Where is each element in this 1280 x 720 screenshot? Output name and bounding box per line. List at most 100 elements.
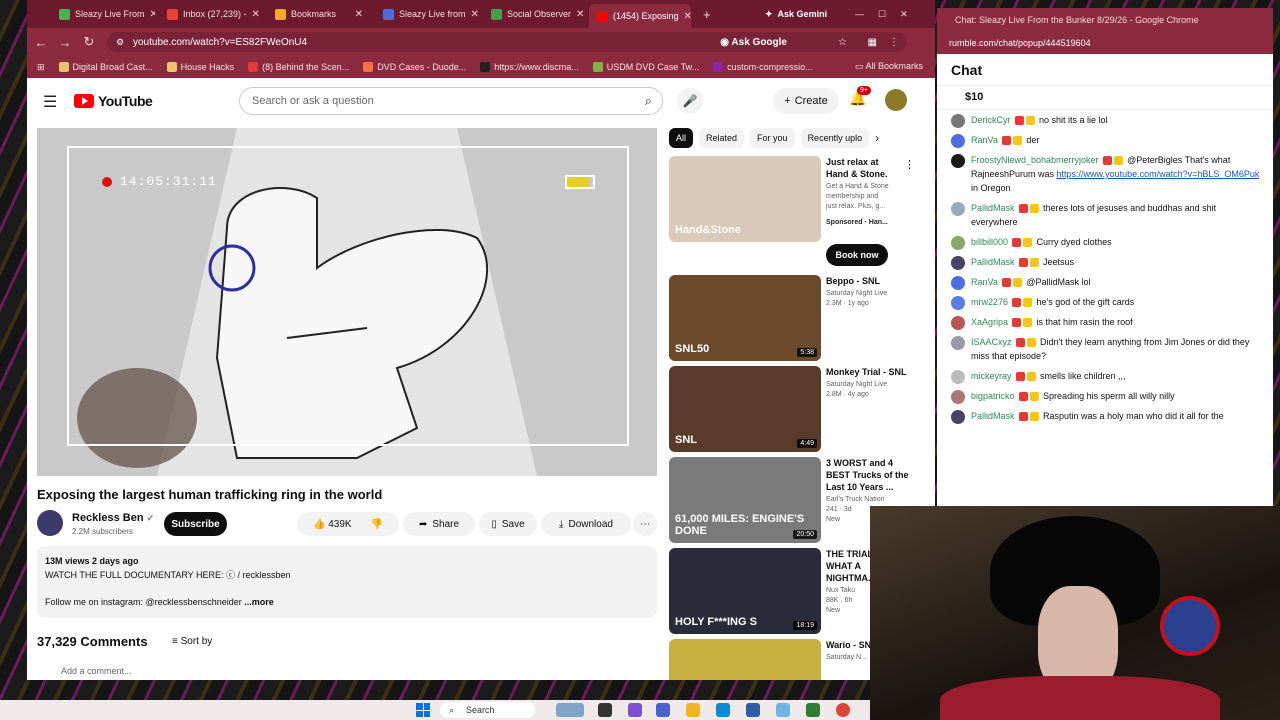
chrome-icon[interactable] xyxy=(836,703,850,717)
bookmark-item[interactable]: House Hacks xyxy=(166,62,234,72)
ask-gemini-button[interactable]: ✦ Ask Gemini xyxy=(757,4,847,24)
close-icon[interactable]: ✕ xyxy=(150,9,155,20)
new-tab-button[interactable]: + xyxy=(695,4,725,24)
app-icon[interactable] xyxy=(628,703,642,717)
all-bookmarks-button[interactable]: ▭ All Bookmarks xyxy=(855,61,923,72)
chat-username[interactable]: XaAgripa xyxy=(971,317,1008,327)
download-button[interactable]: ⤓ Download xyxy=(541,512,631,536)
related-video-title[interactable]: 3 WORST and 4 BEST Trucks of the Last 10… xyxy=(826,457,916,493)
chat-link[interactable]: https://www.youtube.com/watch?v=hBLS_OM6… xyxy=(1057,169,1260,179)
video-thumbnail[interactable] xyxy=(669,639,821,680)
ask-google-button[interactable]: ◉ Ask Google xyxy=(720,37,787,48)
bookmark-item[interactable]: (8) Behind the Scen... xyxy=(248,62,349,72)
chat-username[interactable]: bigpatricko xyxy=(971,391,1015,401)
book-now-button[interactable]: Book now xyxy=(826,244,888,266)
chat-username[interactable]: RanVa xyxy=(971,135,998,145)
chip-for-you[interactable]: For you xyxy=(750,128,795,148)
chat-user-avatar[interactable] xyxy=(951,336,965,350)
tab-3[interactable]: Sleazy Live from ✕ xyxy=(375,4,479,24)
close-icon[interactable]: ✕ xyxy=(355,9,363,20)
windows-start-icon[interactable] xyxy=(416,703,430,717)
chat-username[interactable]: billbill000 xyxy=(971,237,1008,247)
tab-5-active[interactable]: (1454) Exposing ✕ xyxy=(589,4,691,28)
search-input[interactable]: Search or ask a question ⌕ xyxy=(239,87,663,115)
video-thumbnail[interactable]: HOLY F***ING S 18:19 xyxy=(669,548,821,634)
chat-username[interactable]: PallidMask xyxy=(971,411,1015,421)
chat-user-avatar[interactable] xyxy=(951,390,965,404)
taskbar-search[interactable]: ⌕ Search xyxy=(440,702,535,718)
chat-user-avatar[interactable] xyxy=(951,134,965,148)
menu-icon[interactable]: ⋮ xyxy=(889,37,899,48)
youtube-logo[interactable]: YouTube xyxy=(74,93,153,109)
store-icon[interactable] xyxy=(746,703,760,717)
video-description[interactable]: 13M views 2 days ago WATCH THE FULL DOCU… xyxy=(37,546,657,618)
bookmark-item[interactable]: USDM DVD Case Tw... xyxy=(592,62,699,72)
apps-icon[interactable]: ⊞ xyxy=(37,62,45,73)
chat-username[interactable]: mickeyray xyxy=(971,371,1012,381)
related-video-item[interactable]: Hand&Stone Just relax at Hand & Stone. Get… xyxy=(669,156,929,266)
chat-username[interactable]: PallidMask xyxy=(971,203,1015,213)
widgets-icon[interactable] xyxy=(556,703,584,717)
save-button[interactable]: ▯ Save xyxy=(479,512,537,536)
microphone-icon[interactable]: 🎤 xyxy=(677,88,703,114)
reload-icon[interactable]: ↻ xyxy=(77,34,101,50)
app-icon[interactable] xyxy=(656,703,670,717)
add-comment-input[interactable]: Add a comment... xyxy=(37,666,132,676)
related-video-item[interactable]: SNL50 5:38 Beppo - SNL Saturday Night Live … xyxy=(669,275,929,361)
chat-username[interactable]: FroostyNlewd_bohabmerryjoker xyxy=(971,155,1099,165)
chat-username[interactable]: mrw2276 xyxy=(971,297,1008,307)
tab-4[interactable]: Social Observer ✕ xyxy=(483,4,587,24)
chat-user-avatar[interactable] xyxy=(951,154,965,168)
url-field[interactable]: ⚙ youtube.com/watch?v=ES82FWeOnU4 ◉ Ask … xyxy=(107,32,907,52)
edge-icon[interactable] xyxy=(716,703,730,717)
close-icon[interactable]: ✕ xyxy=(471,9,479,20)
back-icon[interactable]: ← xyxy=(29,35,53,50)
create-button[interactable]: + Create xyxy=(773,88,839,114)
chevron-right-icon[interactable]: › xyxy=(875,128,879,148)
site-info-icon[interactable]: ⚙ xyxy=(116,37,124,48)
chat-user-avatar[interactable] xyxy=(951,410,965,424)
more-link[interactable]: ...more xyxy=(244,597,274,607)
channel-avatar[interactable] xyxy=(37,510,63,536)
bookmark-item[interactable]: custom-compressio... xyxy=(713,62,813,72)
file-explorer-icon[interactable] xyxy=(686,703,700,717)
chat-user-avatar[interactable] xyxy=(951,296,965,310)
related-video-title[interactable]: Monkey Trial - SNL xyxy=(826,366,916,378)
tab-2[interactable]: Bookmarks ✕ xyxy=(267,4,371,24)
chip-all[interactable]: All xyxy=(669,128,694,148)
search-icon[interactable]: ⌕ xyxy=(645,93,652,109)
chat-username[interactable]: PallidMask xyxy=(971,257,1015,267)
video-thumbnail[interactable]: SNL 4:49 xyxy=(669,366,821,452)
chip-recently-uploaded[interactable]: Recently uplo xyxy=(800,128,870,148)
channel-name[interactable]: Reckless Ben ✓ xyxy=(72,512,154,524)
close-window-icon[interactable]: ✕ xyxy=(900,9,908,20)
video-thumbnail[interactable]: 61,000 MILES: ENGINE'S DONE 20:50 xyxy=(669,457,821,543)
avatar[interactable] xyxy=(885,89,907,111)
chat-user-avatar[interactable] xyxy=(951,316,965,330)
subscribe-button[interactable]: Subscribe xyxy=(164,512,227,536)
sort-by-button[interactable]: ≡ Sort by xyxy=(172,636,212,647)
chat-user-avatar[interactable] xyxy=(951,276,965,290)
chat-user-avatar[interactable] xyxy=(951,236,965,250)
share-button[interactable]: ➦ Share xyxy=(403,512,475,536)
forward-icon[interactable]: → xyxy=(53,35,77,50)
related-video-item[interactable]: SNL 4:49 Monkey Trial - SNL Saturday Night … xyxy=(669,366,929,452)
app-icon[interactable] xyxy=(776,703,790,717)
close-icon[interactable]: ✕ xyxy=(684,11,691,22)
video-thumbnail[interactable]: Hand&Stone xyxy=(669,156,821,242)
app-icon[interactable] xyxy=(806,703,820,717)
notifications-bell-icon[interactable]: 🔔 9+ xyxy=(849,86,871,107)
chat-user-avatar[interactable] xyxy=(951,370,965,384)
related-video-title[interactable]: Beppo - SNL xyxy=(826,275,916,287)
tab-0[interactable]: Sleazy Live From ✕ xyxy=(51,4,155,24)
related-video-title[interactable]: Just relax at Hand & Stone. xyxy=(826,156,916,180)
tab-1[interactable]: Inbox (27,239) - ✕ xyxy=(159,4,263,24)
bookmark-item[interactable]: https://www.discma... xyxy=(480,62,579,72)
more-options-icon[interactable]: ⋮ xyxy=(904,158,915,171)
task-view-icon[interactable] xyxy=(598,703,612,717)
maximize-icon[interactable]: ☐ xyxy=(878,9,886,20)
close-icon[interactable]: ✕ xyxy=(252,9,260,20)
thumbs-down-icon[interactable]: 👎 xyxy=(371,519,383,530)
chat-username[interactable]: ISAACxyz xyxy=(971,337,1012,347)
chat-user-avatar[interactable] xyxy=(951,202,965,216)
